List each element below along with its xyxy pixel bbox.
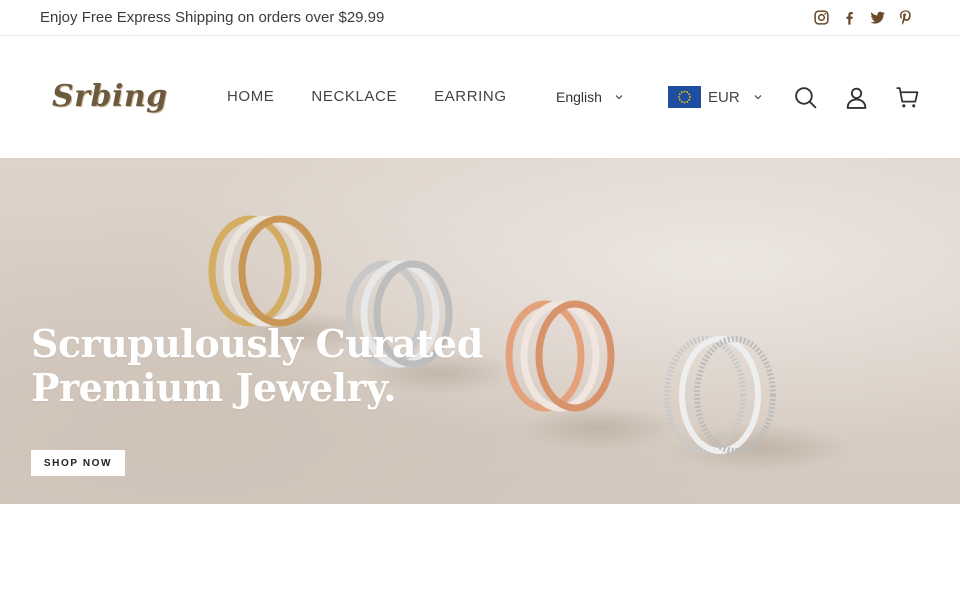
nav-item-earring[interactable]: EARRING <box>434 88 507 105</box>
facebook-icon[interactable] <box>840 9 858 27</box>
hero-banner: Scrupulously Curated Premium Jewelry. SH… <box>0 158 960 504</box>
nav-item-home[interactable]: HOME <box>227 88 274 105</box>
site-header: Srbing HOME NECKLACE EARRING English EUR <box>0 37 960 158</box>
search-icon[interactable] <box>791 83 819 111</box>
instagram-icon[interactable] <box>812 9 830 27</box>
headline-line-1: Scrupulously Curated <box>31 321 483 366</box>
hero-headline: Scrupulously Curated Premium Jewelry. <box>31 322 483 410</box>
announcement-bar: Enjoy Free Express Shipping on orders ov… <box>0 0 960 36</box>
social-links <box>812 9 914 27</box>
account-icon[interactable] <box>842 83 870 111</box>
currency-label: EUR <box>708 88 740 106</box>
shipping-promo-text: Enjoy Free Express Shipping on orders ov… <box>40 9 385 26</box>
currency-selector[interactable]: EUR <box>668 86 763 108</box>
twitter-icon[interactable] <box>868 9 886 27</box>
cart-icon[interactable] <box>893 83 921 111</box>
language-selector[interactable]: English <box>556 89 624 105</box>
brand-logo[interactable]: Srbing <box>52 79 168 114</box>
nav-item-necklace[interactable]: NECKLACE <box>311 88 397 105</box>
headline-line-2: Premium Jewelry. <box>31 365 396 410</box>
eu-flag-icon <box>668 86 701 108</box>
chevron-down-icon <box>754 95 762 100</box>
main-nav: HOME NECKLACE EARRING <box>227 88 507 105</box>
shop-now-button[interactable]: SHOP NOW <box>31 450 125 476</box>
chevron-down-icon <box>615 95 623 100</box>
language-label: English <box>556 89 602 105</box>
pinterest-icon[interactable] <box>896 9 914 27</box>
